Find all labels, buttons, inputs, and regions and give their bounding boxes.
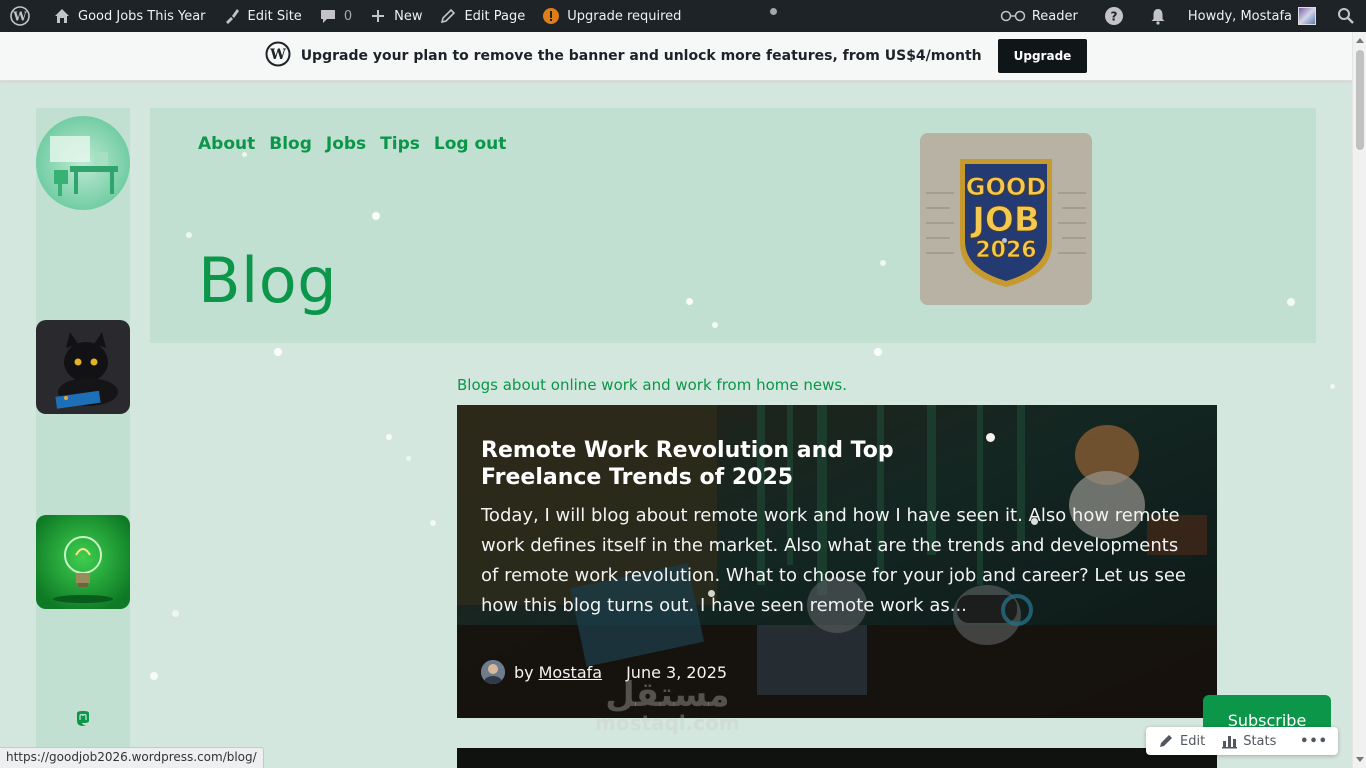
snowflake xyxy=(150,672,158,680)
greeting-label: Howdy, Mostafa xyxy=(1187,8,1292,24)
more-options-icon[interactable]: ••• xyxy=(1300,734,1338,749)
snowflake xyxy=(874,348,882,356)
site-name-link[interactable]: Good Jobs This Year xyxy=(44,0,214,32)
snowflake xyxy=(1330,384,1335,389)
reader-link[interactable]: Reader xyxy=(992,0,1092,32)
author-avatar xyxy=(481,660,505,684)
post-author-link[interactable]: Mostafa xyxy=(539,663,602,682)
logo-line-3: 2026 xyxy=(975,238,1036,263)
site-logo[interactable]: GOOD JOB 2026 xyxy=(920,133,1092,305)
upgrade-button[interactable]: Upgrade xyxy=(997,39,1088,73)
snowflake xyxy=(430,520,436,526)
scroll-down-arrow-icon[interactable] xyxy=(1356,757,1364,762)
search-button[interactable] xyxy=(1324,0,1366,32)
snowflake xyxy=(274,348,282,356)
bell-icon xyxy=(1148,6,1168,26)
nav-about[interactable]: About xyxy=(198,134,255,154)
post-title[interactable]: Remote Work Revolution and Top Freelance… xyxy=(481,437,901,491)
status-bar-url: https://goodjob2026.wordpress.com/blog/ xyxy=(0,747,264,768)
account-menu[interactable]: Howdy, Mostafa xyxy=(1180,0,1324,32)
comments-link[interactable]: 0 xyxy=(310,0,360,32)
floating-action-bar: Edit Stats ••• xyxy=(1146,727,1338,755)
comment-icon xyxy=(318,6,338,26)
search-icon xyxy=(1336,6,1356,26)
reader-label: Reader xyxy=(1031,8,1078,24)
scrollbar-thumb[interactable] xyxy=(1356,50,1364,150)
svg-text:?: ? xyxy=(1110,10,1117,24)
nav-blog[interactable]: Blog xyxy=(269,134,312,154)
edit-label: Edit xyxy=(1180,733,1206,749)
scroll-up-arrow-icon[interactable] xyxy=(1356,38,1364,43)
post-card[interactable]: Remote Work Revolution and Top Freelance… xyxy=(457,405,1217,718)
new-label: New xyxy=(394,8,423,24)
home-icon xyxy=(52,6,72,26)
alert-icon xyxy=(541,6,561,26)
mastodon-icon[interactable] xyxy=(74,710,92,728)
notifications-button[interactable] xyxy=(1136,0,1180,32)
plus-icon xyxy=(368,6,388,26)
nav-log-out[interactable]: Log out xyxy=(434,134,507,154)
pencil-icon xyxy=(1158,733,1174,749)
site-name-label: Good Jobs This Year xyxy=(78,8,206,24)
upgrade-message: Upgrade your plan to remove the banner a… xyxy=(300,48,982,64)
pencil-icon xyxy=(438,6,458,26)
help-button[interactable]: ? xyxy=(1092,0,1136,32)
svg-text:W: W xyxy=(269,47,286,63)
wordpress-logo-icon: W xyxy=(10,6,30,26)
post-by-label: by xyxy=(514,662,534,682)
left-sidebar xyxy=(36,108,130,768)
new-content-link[interactable]: New xyxy=(360,0,430,32)
reader-glasses-icon xyxy=(1000,6,1026,26)
svg-text:W: W xyxy=(12,10,27,24)
upgrade-required-link[interactable]: Upgrade required xyxy=(533,0,689,32)
stats-bar-icon xyxy=(1221,733,1238,749)
wordpress-logo-icon: W xyxy=(265,41,291,71)
page-tagline: Blogs about online work and work from ho… xyxy=(457,376,847,394)
user-avatar xyxy=(1298,7,1316,25)
wordpress-menu[interactable]: W xyxy=(0,0,44,32)
logo-line-1: GOOD xyxy=(966,173,1046,201)
snowflake xyxy=(386,434,392,440)
stats-label: Stats xyxy=(1243,733,1277,749)
edit-page-link[interactable]: Edit Page xyxy=(430,0,533,32)
next-post-card[interactable] xyxy=(457,748,1217,768)
post-date[interactable]: June 3, 2025 xyxy=(626,663,727,682)
edit-site-label: Edit Site xyxy=(247,8,302,24)
page-scrollbar[interactable] xyxy=(1352,32,1366,768)
site-header: About Blog Jobs Tips Log out Blog GOOD J… xyxy=(150,108,1316,343)
post-excerpt: Today, I will blog about remote work and… xyxy=(481,505,1186,616)
edit-site-link[interactable]: Edit Site xyxy=(214,0,310,32)
black-cat-image[interactable] xyxy=(36,320,130,414)
admin-bar: W Good Jobs This Year Edit Site 0 New Ed… xyxy=(0,0,1366,32)
upgrade-banner: W Upgrade your plan to remove the banner… xyxy=(0,32,1352,81)
brush-icon xyxy=(222,6,242,26)
edit-page-label: Edit Page xyxy=(464,8,526,24)
edit-button[interactable]: Edit xyxy=(1146,727,1213,755)
comments-count: 0 xyxy=(343,8,353,24)
logo-line-2: JOB xyxy=(970,200,1039,240)
lightbulb-image[interactable] xyxy=(36,515,130,609)
snowflake xyxy=(172,610,179,617)
nav-jobs[interactable]: Jobs xyxy=(326,134,366,154)
page-title: Blog xyxy=(198,244,338,317)
post-meta: by Mostafa June 3, 2025 xyxy=(481,660,727,684)
upgrade-required-label: Upgrade required xyxy=(567,8,682,24)
stats-button[interactable]: Stats xyxy=(1213,727,1284,755)
workspace-desk-image[interactable] xyxy=(36,116,130,210)
nav-tips[interactable]: Tips xyxy=(380,134,420,154)
snowflake xyxy=(406,456,411,461)
help-icon: ? xyxy=(1104,6,1124,26)
main-navigation: About Blog Jobs Tips Log out xyxy=(198,134,506,154)
